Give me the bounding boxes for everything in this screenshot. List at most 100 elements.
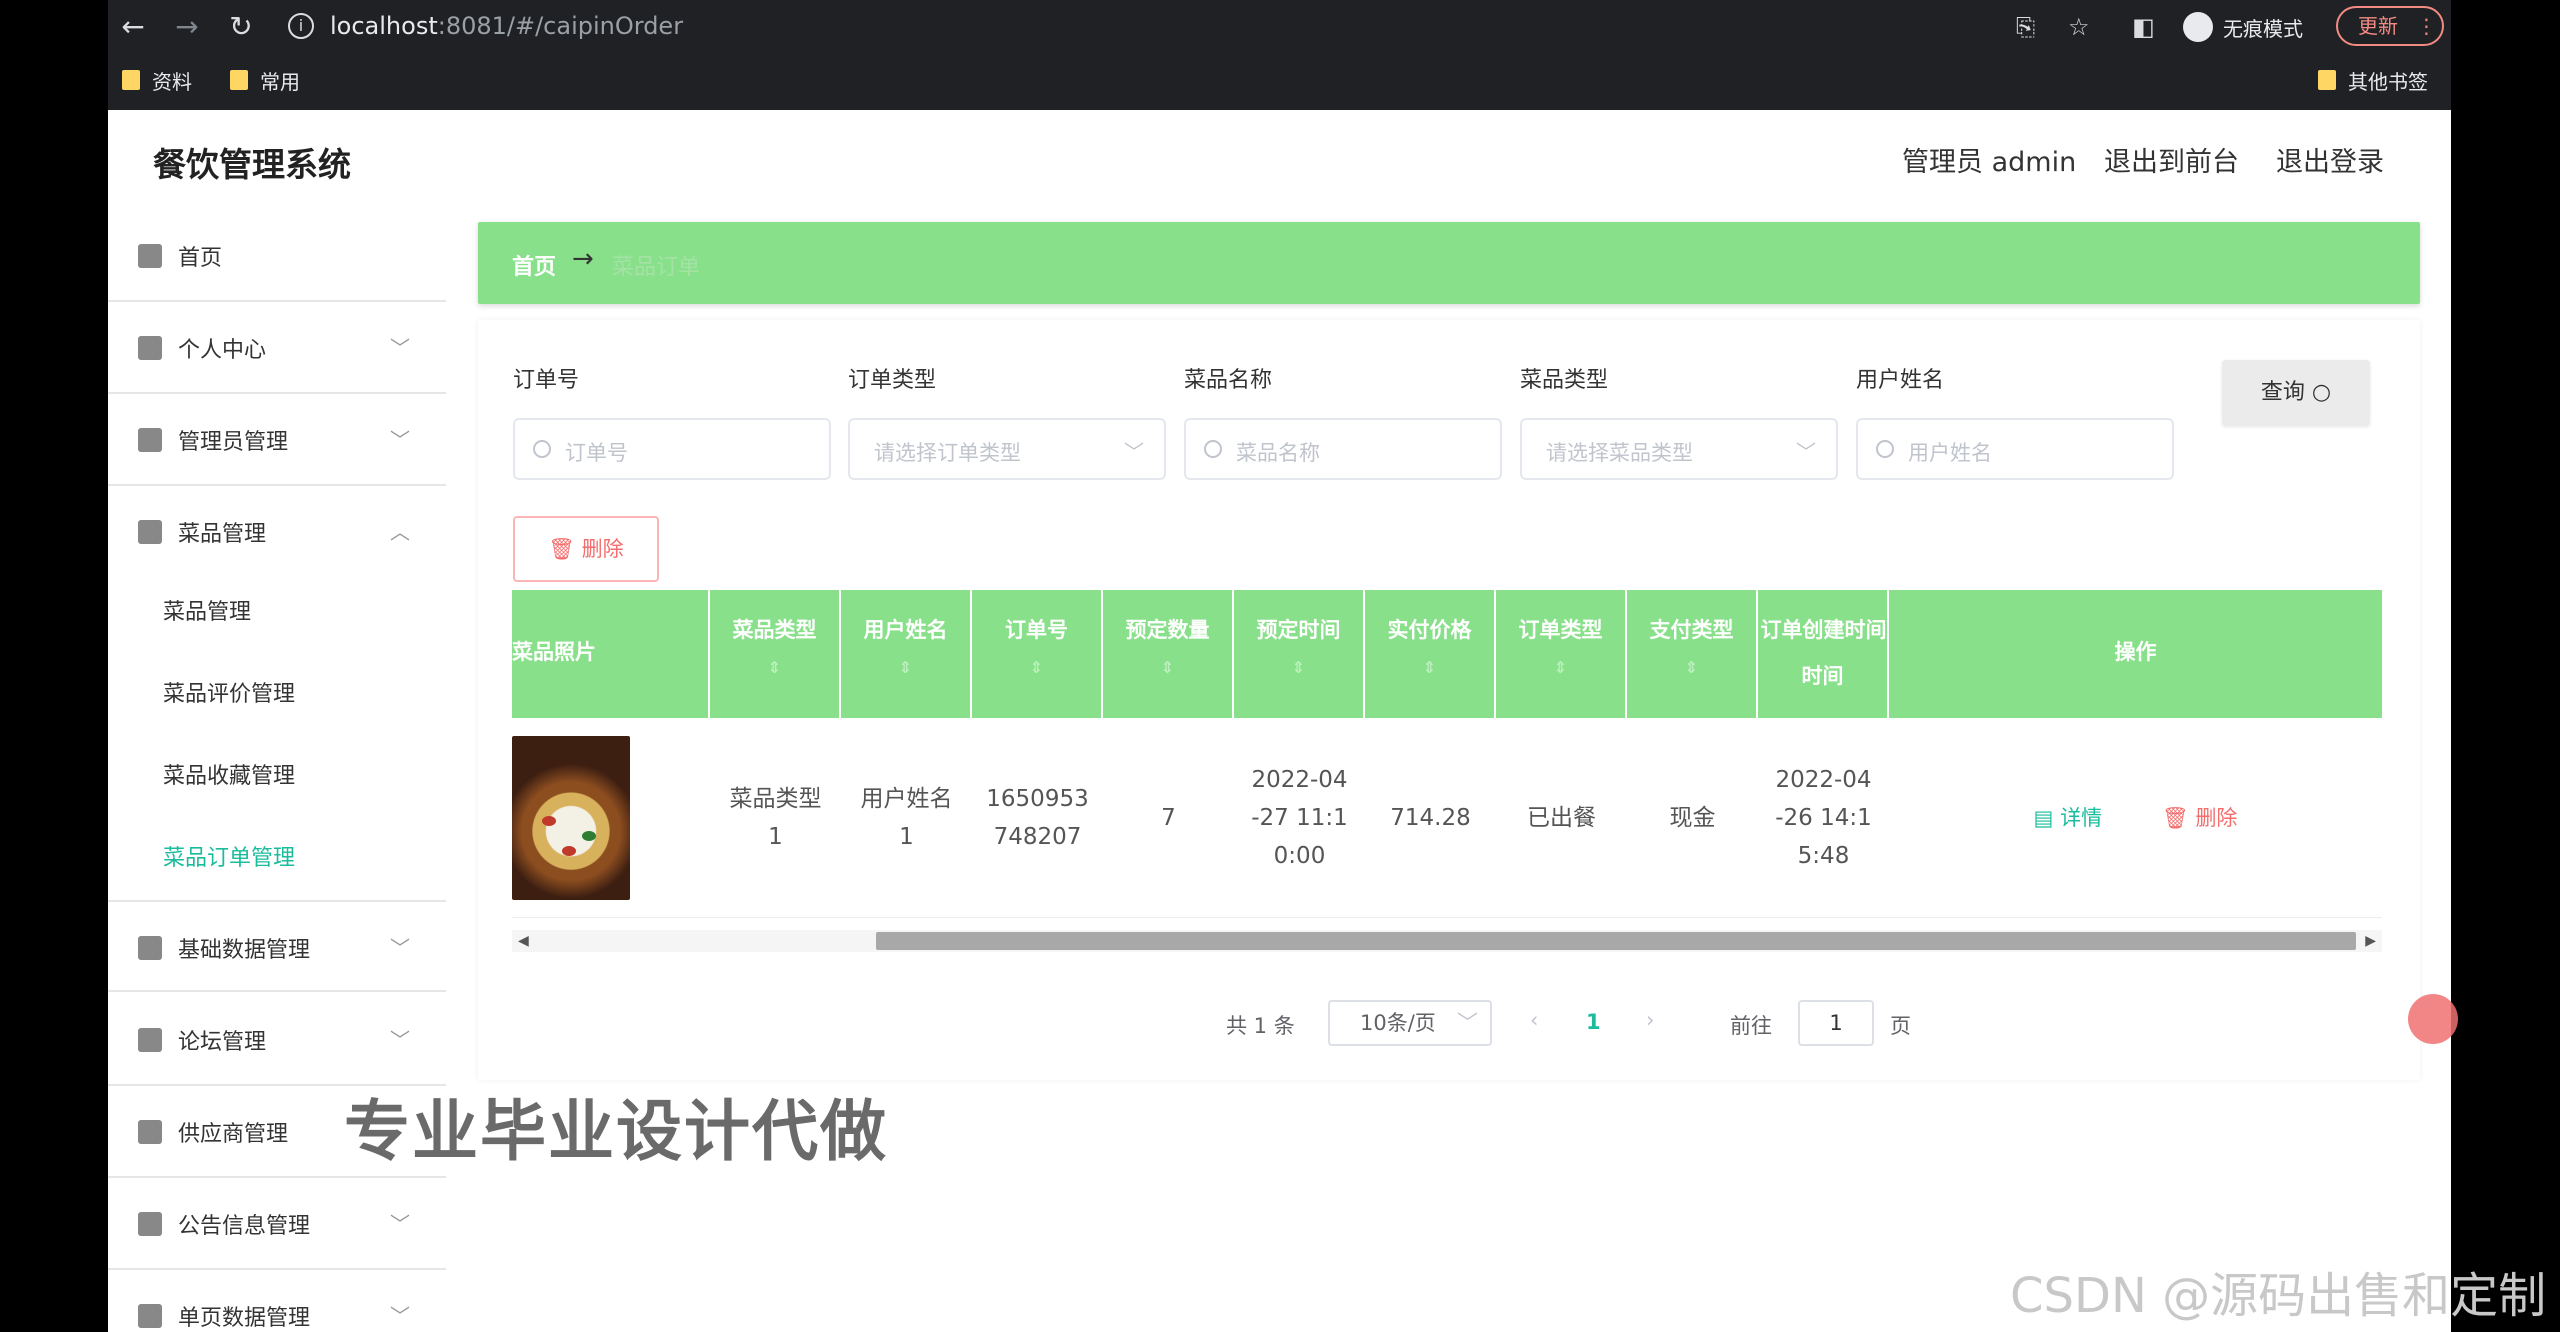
sidepanel-icon[interactable]: ◧ bbox=[2132, 10, 2155, 44]
content-panel: 订单号 订单号 订单类型 请选择订单类型 ﹀ 菜品名称 菜品名称 菜品类型 请选… bbox=[478, 320, 2420, 1080]
chevron-down-icon: ﹀ bbox=[390, 1028, 410, 1052]
home-icon bbox=[138, 244, 162, 268]
exit-front-link[interactable]: 退出到前台 bbox=[2104, 140, 2239, 179]
order-no-input[interactable]: 订单号 bbox=[513, 418, 831, 480]
dish-name-input[interactable]: 菜品名称 bbox=[1184, 418, 1502, 480]
prev-page-icon[interactable]: ‹ bbox=[1530, 1008, 1538, 1032]
td-price: 714.28 bbox=[1390, 805, 1471, 831]
scrollbar-thumb[interactable] bbox=[876, 932, 2356, 950]
batch-delete-button[interactable]: 🗑 删除 bbox=[513, 516, 659, 582]
td-created-time: 2022-04 -26 14:1 5:48 bbox=[1775, 767, 1872, 869]
query-button[interactable]: 查询 ○ bbox=[2222, 360, 2370, 426]
sidebar-item-forum[interactable]: 论坛管理 ﹀ bbox=[108, 994, 446, 1086]
detail-button[interactable]: ▤ 详情 bbox=[2034, 799, 2103, 837]
th-order-no[interactable]: 订单号 ⇕ bbox=[972, 590, 1103, 718]
th-dish-type[interactable]: 菜品类型 ⇕ bbox=[710, 590, 841, 718]
basil-icon bbox=[582, 831, 596, 841]
table-header: 菜品照片 菜品类型 ⇕ 用户姓名 ⇕ 订单号 ⇕ 预定数量 ⇕ 预定时间 ⇕ 实付价格 ⇕ … bbox=[512, 590, 2382, 718]
trash-icon: 🗑 bbox=[2162, 806, 2189, 830]
th-pay-type[interactable]: 支付类型 ⇕ bbox=[1627, 590, 1758, 718]
dish-type-select[interactable]: 请选择菜品类型 ﹀ bbox=[1520, 418, 1838, 480]
user-name-placeholder: 用户姓名 bbox=[1908, 441, 1992, 465]
dish-photo[interactable] bbox=[512, 736, 630, 900]
sidebar-item-notice[interactable]: 公告信息管理 ﹀ bbox=[108, 1178, 446, 1270]
search-icon bbox=[1204, 440, 1222, 458]
chevron-down-icon: ﹀ bbox=[1124, 440, 1144, 464]
checklist-icon bbox=[138, 936, 162, 960]
breadcrumb: 首页 → 菜品订单 bbox=[478, 222, 2420, 304]
sidebar-item-admins[interactable]: 管理员管理 ﹀ bbox=[108, 394, 446, 486]
search-icon bbox=[533, 440, 551, 458]
trash-icon: 🗑 bbox=[548, 537, 575, 561]
scroll-left-icon[interactable]: ◀ bbox=[518, 930, 529, 952]
document-icon: ▤ bbox=[2033, 806, 2054, 830]
sidebar-item-label: 菜品管理 bbox=[178, 522, 267, 547]
browser-chrome: ← → ↻ i localhost:8081/#/caipinOrder ⎘ ☆… bbox=[108, 0, 2451, 110]
td-dish-type: 菜品类型 1 bbox=[729, 786, 822, 850]
bookmark-item[interactable]: 资料 bbox=[122, 66, 192, 94]
th-quantity[interactable]: 预定数量 ⇕ bbox=[1103, 590, 1234, 718]
user-name-input[interactable]: 用户姓名 bbox=[1856, 418, 2174, 480]
reload-icon[interactable]: ↻ bbox=[224, 10, 258, 44]
delete-label: 删除 bbox=[581, 537, 624, 561]
cursor-highlight bbox=[2408, 994, 2458, 1044]
order-type-placeholder: 请选择订单类型 bbox=[874, 441, 1021, 465]
sidebar-subitem-dish-order[interactable]: 菜品订单管理 bbox=[163, 840, 295, 872]
briefcase-icon bbox=[138, 1028, 162, 1052]
td-order-type: 已出餐 bbox=[1527, 805, 1596, 831]
th-reserve-time[interactable]: 预定时间 ⇕ bbox=[1234, 590, 1365, 718]
chart-icon bbox=[138, 1212, 162, 1236]
update-button[interactable]: 更新 ⋮ bbox=[2336, 6, 2444, 46]
query-label: 查询 bbox=[2260, 380, 2305, 405]
dish-name-placeholder: 菜品名称 bbox=[1236, 441, 1320, 465]
order-type-label: 订单类型 bbox=[848, 368, 937, 393]
sidebar-item-label: 首页 bbox=[178, 246, 223, 271]
sidebar-item-home[interactable]: 首页 bbox=[108, 210, 446, 302]
app-header: 餐饮管理系统 管理员 admin 退出到前台 退出登录 bbox=[108, 110, 2451, 210]
th-order-type[interactable]: 订单类型 ⇕ bbox=[1496, 590, 1627, 718]
sidebar-subitem-dish-manage[interactable]: 菜品管理 bbox=[163, 594, 251, 626]
incognito-indicator[interactable]: 无痕模式 bbox=[2183, 8, 2303, 46]
sidebar-item-dishes[interactable]: 菜品管理 ︿ bbox=[108, 486, 446, 578]
chevron-down-icon: ﹀ bbox=[390, 1304, 410, 1328]
th-created-time[interactable]: 订单创建时间 时间 bbox=[1758, 590, 1889, 718]
folder-icon bbox=[2318, 70, 2336, 90]
sidebar-subitem-dish-review[interactable]: 菜品评价管理 bbox=[163, 676, 295, 708]
sidebar-item-profile[interactable]: 个人中心 ﹀ bbox=[108, 302, 446, 394]
td-user-name: 用户姓名 1 bbox=[860, 786, 953, 850]
other-bookmarks[interactable]: 其他书签 bbox=[2318, 66, 2428, 94]
page-number[interactable]: 1 bbox=[1586, 1010, 1601, 1034]
row-delete-button[interactable]: 🗑 删除 bbox=[2162, 799, 2237, 837]
site-info-icon[interactable]: i bbox=[288, 13, 314, 39]
chevron-up-icon: ︿ bbox=[390, 520, 410, 544]
goto-page-input[interactable]: 1 bbox=[1798, 1000, 1874, 1046]
breadcrumb-home[interactable]: 首页 bbox=[512, 249, 556, 281]
logout-link[interactable]: 退出登录 bbox=[2276, 140, 2384, 179]
translate-icon[interactable]: ⎘ bbox=[2016, 10, 2035, 44]
horizontal-scrollbar[interactable]: ◀ ▶ bbox=[512, 930, 2382, 952]
th-user-name[interactable]: 用户姓名 ⇕ bbox=[841, 590, 972, 718]
url-field[interactable]: localhost:8081/#/caipinOrder bbox=[330, 8, 683, 44]
scroll-right-icon[interactable]: ▶ bbox=[2365, 930, 2376, 952]
page-size-select[interactable]: 10条/页 ﹀ bbox=[1328, 1000, 1492, 1046]
tomato-icon bbox=[562, 846, 576, 856]
next-page-icon[interactable]: › bbox=[1646, 1008, 1654, 1032]
chevron-down-icon: ﹀ bbox=[1796, 440, 1816, 464]
sidebar-item-basic-data[interactable]: 基础数据管理 ﹀ bbox=[108, 900, 446, 992]
sidebar-item-label: 公告信息管理 bbox=[178, 1214, 311, 1239]
sidebar-item-single-page[interactable]: 单页数据管理 ﹀ bbox=[108, 1270, 446, 1332]
back-icon[interactable]: ← bbox=[116, 10, 150, 44]
th-photo[interactable]: 菜品照片 bbox=[512, 590, 710, 718]
th-price[interactable]: 实付价格 ⇕ bbox=[1365, 590, 1496, 718]
chevron-down-icon: ﹀ bbox=[390, 428, 410, 452]
bookmark-item[interactable]: 常用 bbox=[230, 66, 300, 94]
sidebar-item-label: 个人中心 bbox=[178, 338, 267, 363]
search-icon: ○ bbox=[2311, 380, 2332, 405]
sidebar-subitem-dish-favorite[interactable]: 菜品收藏管理 bbox=[163, 758, 295, 790]
clipboard-icon bbox=[138, 428, 162, 452]
sidebar-item-label: 供应商管理 bbox=[178, 1122, 289, 1147]
star-icon[interactable]: ☆ bbox=[2068, 10, 2090, 44]
forward-icon[interactable]: → bbox=[170, 10, 204, 44]
order-type-select[interactable]: 请选择订单类型 ﹀ bbox=[848, 418, 1166, 480]
sidebar-item-label: 基础数据管理 bbox=[178, 938, 311, 963]
